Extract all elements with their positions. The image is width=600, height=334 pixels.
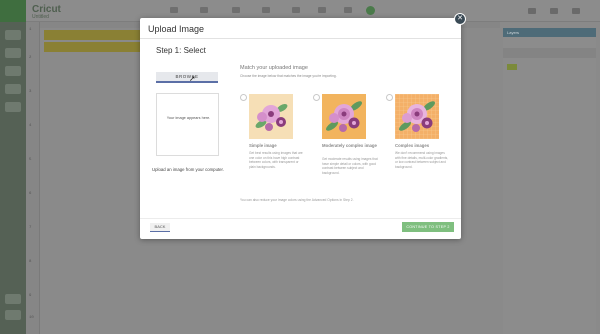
ruler-tick: 3 [29, 90, 32, 94]
simple-image-title: Simple image [249, 143, 277, 148]
close-icon[interactable]: ✕ [454, 13, 466, 25]
ruler-tick: 6 [29, 192, 32, 196]
make-it-icon[interactable] [366, 6, 375, 15]
back-button[interactable]: BACK [150, 223, 170, 232]
ruler-tick: 4 [29, 124, 32, 128]
step-title: Step 1: Select [156, 46, 206, 55]
upload-icon[interactable] [5, 102, 21, 112]
zoom-out-icon[interactable] [5, 310, 21, 320]
redo-icon[interactable] [200, 7, 208, 13]
match-title: Match your uploaded image [240, 65, 308, 71]
projects-icon[interactable] [5, 66, 21, 76]
ruler-tick: 8 [29, 260, 32, 264]
vertical-ruler [26, 22, 40, 334]
flower-thumbnail-complex [395, 94, 439, 139]
upload-caption: Upload an image from your computer. [152, 167, 224, 172]
flower-thumbnail-simple [249, 94, 293, 139]
project-name: Untitled [32, 14, 49, 20]
templates-icon[interactable] [5, 48, 21, 58]
moderate-image-thumbnail[interactable] [322, 94, 366, 139]
complex-image-title: Complex images [395, 143, 430, 148]
align-icon[interactable] [262, 7, 270, 13]
complex-image-description: We don't recommend using images with fin… [395, 151, 449, 169]
upload-image-dialog: Upload Image ✕ Step 1: Select BROWSE ➚ Y… [140, 13, 466, 239]
match-description: Choose the image below that matches the … [240, 74, 337, 78]
image-preview-box: Your image appears here. [156, 93, 219, 156]
layer-row[interactable] [503, 48, 596, 58]
preview-placeholder-text: Your image appears here. [166, 116, 211, 120]
simple-image-thumbnail[interactable] [249, 94, 293, 139]
moderate-image-radio[interactable] [313, 94, 320, 101]
flower-thumbnail-moderate [322, 94, 366, 139]
left-toolbar [0, 0, 26, 334]
undo-icon[interactable] [170, 7, 178, 13]
title-divider [140, 38, 461, 39]
canvas-object[interactable] [44, 42, 144, 52]
ruler-tick: 10 [29, 316, 34, 320]
layers-panel-title: Layers [507, 30, 520, 35]
ruler-tick: 5 [29, 158, 32, 162]
simple-image-description: Get best results using images that are o… [249, 151, 303, 169]
simple-image-radio[interactable] [240, 94, 247, 101]
images-icon[interactable] [5, 84, 21, 94]
complex-image-radio[interactable] [386, 94, 393, 101]
group-icon[interactable] [232, 7, 240, 13]
flip-icon[interactable] [318, 7, 326, 13]
new-icon[interactable] [5, 30, 21, 40]
continue-button[interactable]: CONTINUE TO STEP 2 [402, 222, 454, 232]
ruler-tick: 1 [29, 28, 32, 32]
ruler-tick: 2 [29, 56, 32, 60]
advanced-options-note: You can also reduce your image colors us… [240, 198, 354, 202]
save-icon[interactable] [528, 8, 536, 14]
complex-image-thumbnail[interactable] [395, 94, 439, 139]
footer-divider [140, 218, 461, 219]
share-icon[interactable] [550, 8, 558, 14]
layers-panel: Layers [503, 28, 596, 334]
arrange-icon[interactable] [292, 7, 300, 13]
moderate-image-title: Moderately complex image [322, 143, 377, 148]
home-tile[interactable] [0, 0, 26, 22]
moderate-image-description: Get moderate results using images that h… [322, 157, 378, 175]
dialog-title: Upload Image [148, 24, 205, 34]
size-icon[interactable] [344, 7, 352, 13]
canvas-object[interactable] [44, 30, 144, 40]
ruler-tick: 7 [29, 226, 32, 230]
browse-button[interactable]: BROWSE [156, 72, 218, 83]
mouse-pointer-icon: ➚ [189, 74, 196, 83]
layers-panel-header: Layers [503, 28, 596, 37]
menu-icon[interactable] [572, 8, 580, 14]
layer-color-swatch[interactable] [507, 64, 517, 70]
zoom-in-icon[interactable] [5, 294, 21, 304]
ruler-tick: 9 [29, 294, 32, 298]
